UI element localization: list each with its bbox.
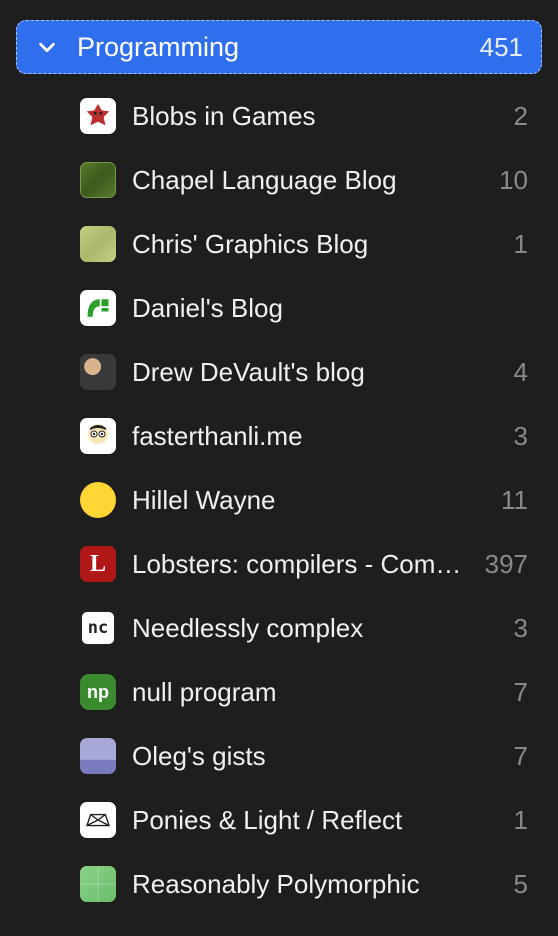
feed-unread-count: 10 — [499, 165, 528, 196]
feed-name: Reasonably Polymorphic — [132, 869, 514, 900]
feed-favicon: np — [80, 674, 116, 710]
feed-unread-count: 2 — [514, 101, 528, 132]
feed-name: Chris' Graphics Blog — [132, 229, 514, 260]
feed-unread-count: 1 — [514, 805, 528, 836]
feed-unread-count: 11 — [501, 485, 528, 516]
feed-name: Needlessly complex — [132, 613, 514, 644]
feed-favicon — [80, 738, 116, 774]
feed-favicon — [80, 354, 116, 390]
feed-name: Drew DeVault's blog — [132, 357, 514, 388]
feed-name: Daniel's Blog — [132, 293, 528, 324]
feed-favicon: nc — [80, 610, 116, 646]
feed-favicon: L — [80, 546, 116, 582]
folder-unread-count: 451 — [480, 32, 523, 63]
feed-favicon — [80, 802, 116, 838]
feed-favicon — [80, 162, 116, 198]
feed-unread-count: 1 — [514, 229, 528, 260]
feed-item[interactable]: Chapel Language Blog 10 — [80, 148, 528, 212]
feed-unread-count: 4 — [514, 357, 528, 388]
folder-title: Programming — [67, 32, 480, 63]
chevron-down-icon — [27, 36, 67, 58]
feed-favicon — [80, 482, 116, 518]
feed-name: Oleg's gists — [132, 741, 514, 772]
feed-item[interactable]: Oleg's gists 7 — [80, 724, 528, 788]
feed-item[interactable]: Daniel's Blog — [80, 276, 528, 340]
feed-favicon — [80, 98, 116, 134]
feed-favicon — [80, 418, 116, 454]
feed-unread-count: 3 — [514, 421, 528, 452]
feed-item[interactable]: Blobs in Games 2 — [80, 84, 528, 148]
feed-item[interactable]: Reasonably Polymorphic 5 — [80, 852, 528, 916]
feed-item[interactable]: Drew DeVault's blog 4 — [80, 340, 528, 404]
feed-favicon — [80, 290, 116, 326]
feed-name: Ponies & Light / Reflect — [132, 805, 514, 836]
feed-item[interactable]: Chris' Graphics Blog 1 — [80, 212, 528, 276]
feed-list: Blobs in Games 2 Chapel Language Blog 10… — [0, 84, 558, 916]
feed-item[interactable]: Hillel Wayne 11 — [80, 468, 528, 532]
feed-item[interactable]: Ponies & Light / Reflect 1 — [80, 788, 528, 852]
feed-unread-count: 5 — [514, 869, 528, 900]
feed-name: Blobs in Games — [132, 101, 514, 132]
feed-name: fasterthanli.me — [132, 421, 514, 452]
feed-unread-count: 3 — [514, 613, 528, 644]
feed-item[interactable]: np null program 7 — [80, 660, 528, 724]
feed-name: Lobsters: compilers - Compilers — [132, 549, 485, 580]
feed-name: null program — [132, 677, 514, 708]
feed-favicon — [80, 866, 116, 902]
feed-unread-count: 397 — [485, 549, 528, 580]
feed-name: Chapel Language Blog — [132, 165, 499, 196]
feed-item[interactable]: L Lobsters: compilers - Compilers 397 — [80, 532, 528, 596]
feed-unread-count: 7 — [514, 741, 528, 772]
feed-item[interactable]: nc Needlessly complex 3 — [80, 596, 528, 660]
feed-name: Hillel Wayne — [132, 485, 501, 516]
folder-header[interactable]: Programming 451 — [16, 20, 542, 74]
feed-item[interactable]: fasterthanli.me 3 — [80, 404, 528, 468]
feed-favicon — [80, 226, 116, 262]
feed-unread-count: 7 — [514, 677, 528, 708]
